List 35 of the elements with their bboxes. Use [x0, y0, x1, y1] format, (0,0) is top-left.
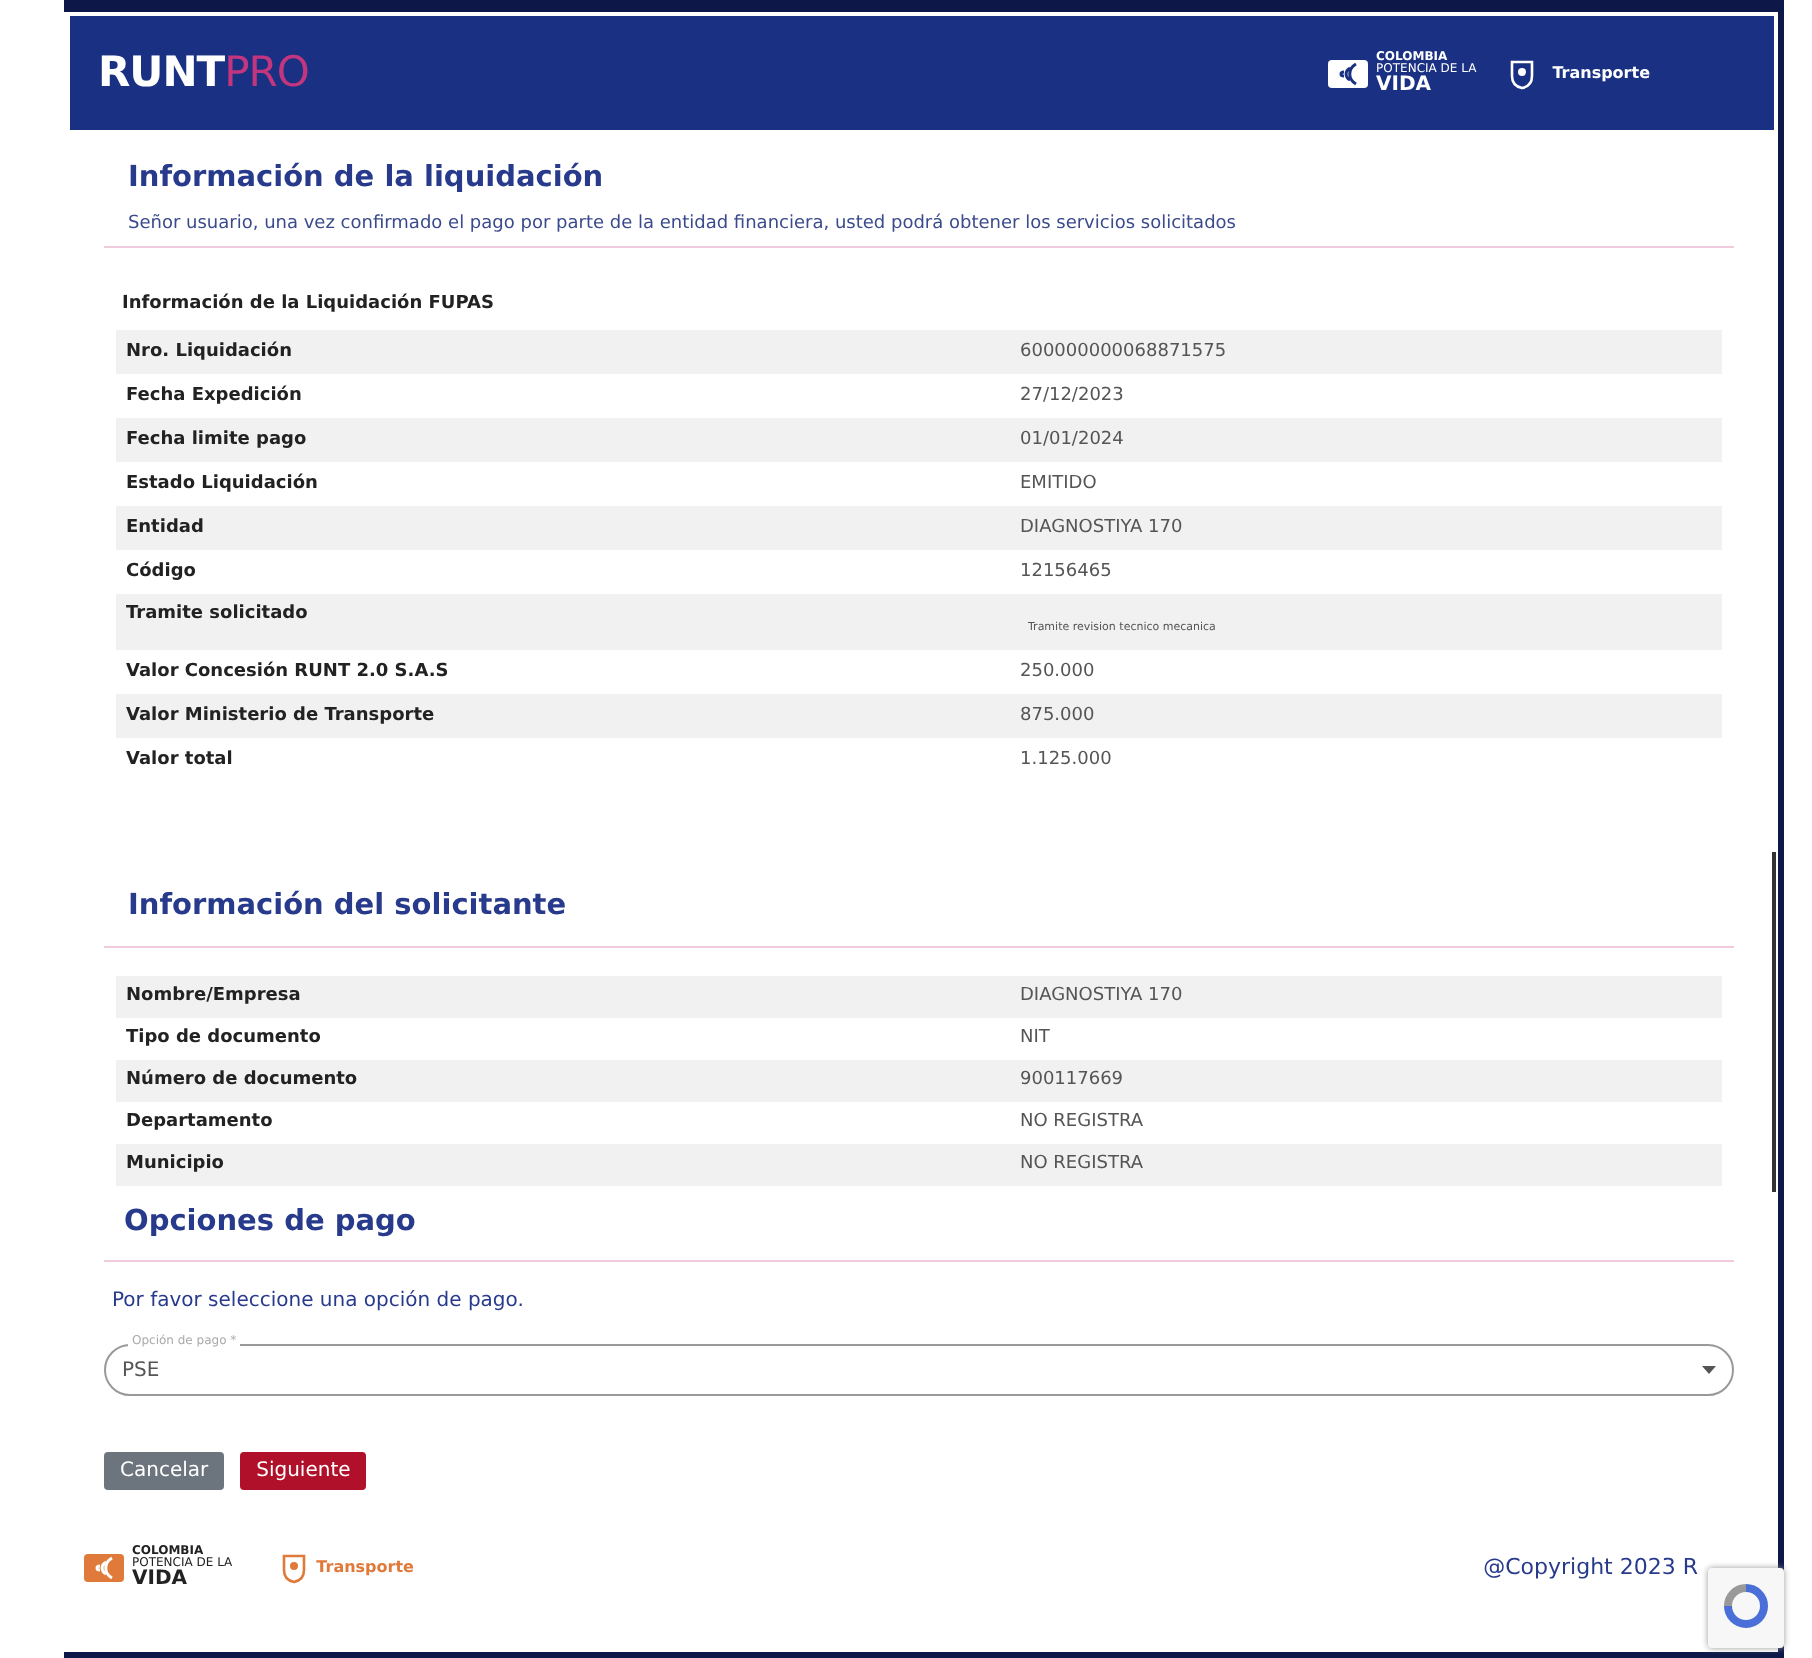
table-row-text: Departamento NO REGISTRA	[124, 1109, 1146, 1136]
payment-select[interactable]: PSE	[104, 1344, 1734, 1397]
table-row: Nro. Liquidación 600000000068871575	[116, 330, 1722, 375]
table-row-text: Código 12156465	[124, 559, 1114, 586]
table-row-text: Valor Concesión RUNT 2.0 S.A.S 250.000	[124, 659, 1097, 686]
section-title: Información del solicitante	[128, 890, 569, 926]
table-row-text: Tipo de documento NIT	[124, 1025, 1052, 1052]
logo-text: VIDA	[132, 1570, 189, 1591]
section-title: Opciones de pago	[124, 1205, 418, 1241]
crest-icon	[280, 1552, 309, 1585]
logo-text: VIDA	[1376, 75, 1432, 95]
crest-icon	[1508, 57, 1537, 89]
wave-logo-icon	[1328, 57, 1369, 89]
section-title: Información de la liquidación	[128, 162, 606, 197]
table-row-text: Valor total 1.125.000	[124, 747, 1114, 774]
table-row: Fecha limite pago 01/01/2024	[116, 418, 1722, 463]
table-row: Número de documento 900117669	[116, 1059, 1722, 1102]
table-row: Entidad DIAGNOSTIYA 170	[116, 506, 1722, 551]
table-title: Información de la Liquidación FUPAS	[120, 291, 496, 318]
table-row-text: Fecha Expedición 27/12/2023	[124, 383, 1126, 410]
caret-icon	[1702, 1366, 1716, 1375]
brand-logo: RUNTPRO	[98, 45, 309, 100]
recaptcha-icon	[1724, 1584, 1768, 1628]
prompt-text: Por favor seleccione una opción de pago.	[112, 1288, 526, 1317]
cancel-button[interactable]: Cancelar	[104, 1452, 225, 1491]
next-button[interactable]: Siguiente	[240, 1452, 367, 1491]
table-row: Valor Ministerio de Transporte 875.000	[116, 694, 1722, 739]
table-row-text: Estado Liquidación EMITIDO	[124, 471, 1099, 498]
table-row: Municipio NO REGISTRA	[116, 1143, 1722, 1186]
wave-logo-icon	[84, 1552, 124, 1585]
notice-text: Señor usuario, una vez confirmado el pago por parte de la entidad financiera, usted podrá obtener los servicios solicitados	[128, 212, 1238, 239]
ministry-name: Transporte	[316, 1556, 414, 1581]
table-row: Nombre/Empresa DIAGNOSTIYA 170	[116, 975, 1722, 1018]
ministry-name: Transporte	[1552, 61, 1650, 85]
copyright-text: @Copyright 2023 R	[1483, 1551, 1698, 1584]
